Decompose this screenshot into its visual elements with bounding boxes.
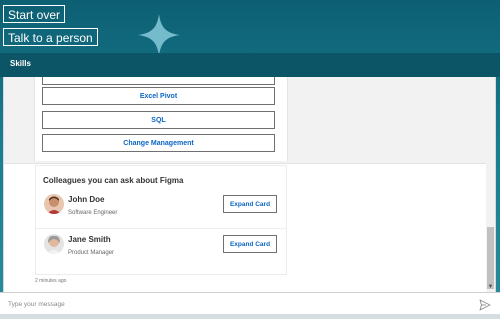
message-timestamp: 2 minutes ago	[35, 278, 67, 284]
skills-title: Skills	[10, 59, 31, 68]
scroll-down-icon[interactable]: ▼	[486, 283, 495, 292]
message-composer	[0, 292, 500, 315]
avatar	[44, 194, 64, 214]
skills-band: Excel Pivot SQL Change Management	[4, 77, 486, 164]
skill-button-excel-pivot[interactable]: Excel Pivot	[42, 87, 275, 105]
chat-panel: Excel Pivot SQL Change Management Collea…	[3, 77, 496, 292]
send-icon[interactable]	[479, 298, 491, 311]
expand-card-button[interactable]: Expand Card	[223, 235, 277, 253]
talk-to-person-button[interactable]: Talk to a person	[3, 28, 98, 46]
avatar	[44, 234, 64, 254]
skills-card: Excel Pivot SQL Change Management	[34, 77, 288, 161]
colleagues-card: Colleagues you can ask about Figma John …	[35, 165, 287, 275]
colleague-role: Software Engineer	[68, 210, 118, 216]
colleague-row: Jane Smith Product Manager Expand Card	[36, 228, 286, 268]
expand-card-button[interactable]: Expand Card	[223, 195, 277, 213]
colleague-row: John Doe Software Engineer Expand Card	[36, 188, 286, 229]
scrollbar-thumb[interactable]	[487, 227, 494, 289]
bottom-strip	[0, 314, 500, 319]
skills-header: Skills	[0, 53, 500, 77]
colleague-role: Product Manager	[68, 250, 115, 256]
message-input[interactable]	[6, 297, 470, 312]
colleague-name: John Doe	[68, 195, 105, 204]
colleague-name: Jane Smith	[68, 235, 111, 244]
skill-button-change-management[interactable]: Change Management	[42, 134, 275, 152]
scrollbar[interactable]: ▼	[486, 77, 495, 292]
skill-button-hidden[interactable]	[42, 77, 275, 85]
start-over-button[interactable]: Start over	[3, 5, 66, 23]
skill-button-sql[interactable]: SQL	[42, 111, 275, 129]
colleagues-title: Colleagues you can ask about Figma	[43, 176, 184, 185]
